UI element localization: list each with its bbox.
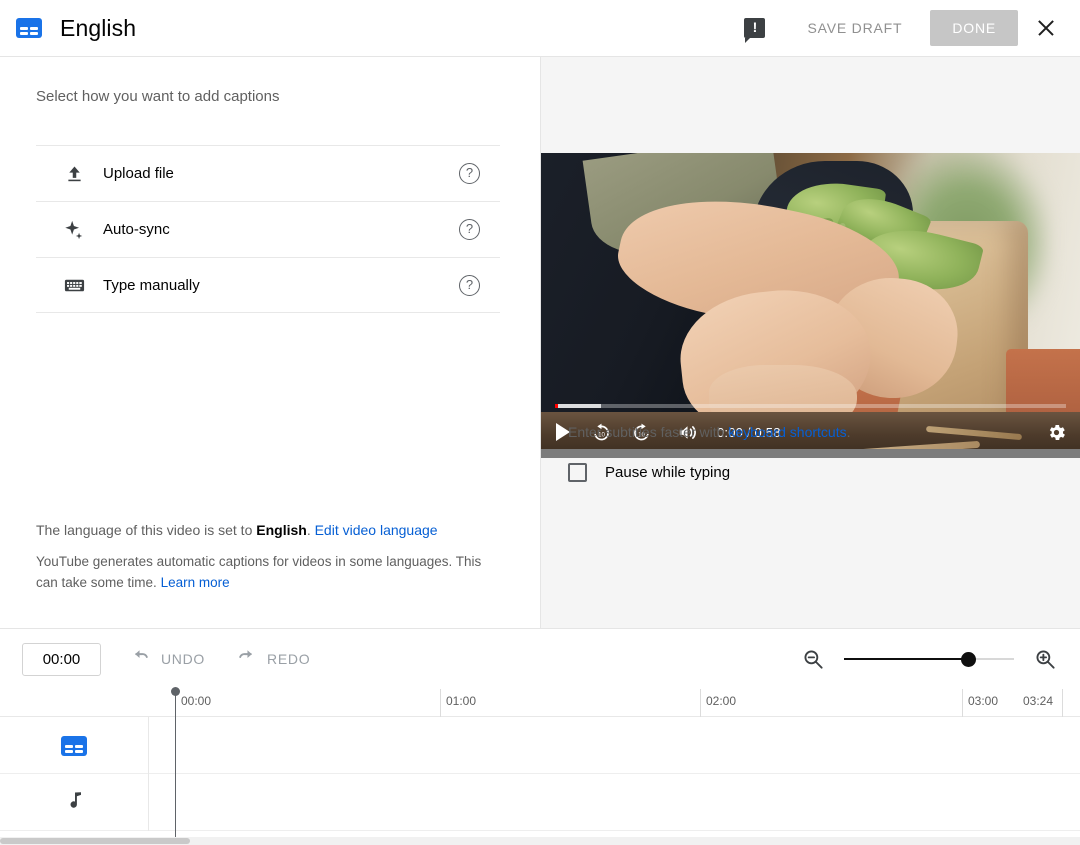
playhead-knob[interactable] bbox=[171, 687, 180, 696]
ruler-tick: 01:00 bbox=[440, 689, 476, 717]
method-label: Upload file bbox=[103, 165, 174, 182]
subtitles-track-label bbox=[0, 717, 149, 774]
audio-track-label bbox=[0, 774, 149, 831]
save-draft-button[interactable]: SAVE DRAFT bbox=[797, 12, 912, 44]
redo-button[interactable]: REDO bbox=[235, 645, 310, 673]
app-header: English SAVE DRAFT DONE bbox=[0, 0, 1080, 57]
slider-fill bbox=[844, 658, 969, 660]
slider-thumb[interactable] bbox=[961, 652, 976, 667]
ruler-tick-label: 03:24 bbox=[1023, 694, 1054, 708]
ruler-tick: 02:00 bbox=[700, 689, 736, 717]
ruler-tick-label: 03:00 bbox=[968, 694, 999, 708]
ruler-tick-label: 02:00 bbox=[706, 694, 737, 708]
progress-buffered bbox=[555, 404, 601, 408]
pause-while-typing-label: Pause while typing bbox=[605, 464, 731, 481]
undo-button[interactable]: UNDO bbox=[129, 645, 205, 673]
language-note-suffix: . bbox=[306, 522, 315, 538]
timeline-horizontal-scrollbar[interactable] bbox=[0, 837, 1080, 845]
redo-arrow-icon bbox=[235, 645, 258, 673]
timeline-ruler[interactable]: 00:00 01:00 02:00 03:00 03:24 bbox=[0, 689, 1080, 717]
sparkle-icon bbox=[57, 219, 91, 241]
language-note-prefix: The language of this video is set to bbox=[36, 522, 257, 538]
page-title: English bbox=[60, 14, 137, 41]
language-name: English bbox=[256, 522, 307, 538]
ruler-tick: 03:00 bbox=[962, 689, 998, 717]
method-label: Type manually bbox=[103, 276, 200, 294]
timeline-playhead[interactable] bbox=[171, 687, 180, 837]
timeline-zoom-slider[interactable] bbox=[844, 649, 1014, 669]
shortcut-note-prefix: Enter subtitles faster with bbox=[568, 424, 729, 440]
shortcut-note-suffix: . bbox=[846, 424, 851, 440]
keyboard-shortcuts-note: Enter subtitles faster with keyboard sho… bbox=[568, 424, 850, 440]
caption-method-list: Upload file ? Auto-sync ? Type manually … bbox=[36, 145, 500, 313]
zoom-controls bbox=[800, 646, 1058, 672]
auto-captions-note: YouTube generates automatic captions for… bbox=[36, 551, 504, 593]
header-actions: SAVE DRAFT DONE bbox=[744, 8, 1080, 48]
captions-editor-window: English SAVE DRAFT DONE Select how you w… bbox=[0, 0, 1080, 845]
video-progress-bar[interactable] bbox=[555, 404, 1066, 408]
scrollbar-thumb[interactable] bbox=[0, 838, 190, 844]
upload-icon bbox=[57, 163, 91, 184]
learn-more-link[interactable]: Learn more bbox=[161, 575, 230, 590]
edit-video-language-link[interactable]: Edit video language bbox=[315, 522, 438, 538]
zoom-in-icon[interactable] bbox=[1032, 646, 1058, 672]
subtitles-track-row[interactable] bbox=[0, 717, 1080, 774]
timeline: 00:00 01:00 02:00 03:00 03:24 bbox=[0, 687, 1080, 837]
keyboard-icon bbox=[57, 274, 91, 297]
done-button[interactable]: DONE bbox=[930, 10, 1018, 46]
pause-while-typing-checkbox[interactable] bbox=[568, 463, 587, 482]
undo-arrow-icon bbox=[129, 645, 152, 673]
timecode-input[interactable]: 00:00 bbox=[22, 642, 101, 676]
video-language-note: The language of this video is set to Eng… bbox=[36, 522, 438, 538]
select-method-heading: Select how you want to add captions bbox=[36, 88, 280, 105]
auto-captions-text: YouTube generates automatic captions for… bbox=[36, 554, 482, 590]
audio-track-row[interactable] bbox=[0, 774, 1080, 831]
help-circle-icon[interactable]: ? bbox=[459, 163, 480, 184]
method-auto-sync[interactable]: Auto-sync ? bbox=[36, 201, 500, 257]
undo-label: UNDO bbox=[161, 651, 206, 667]
progress-played bbox=[555, 404, 559, 408]
caption-method-panel: Select how you want to add captions Uplo… bbox=[0, 57, 541, 628]
method-type-manually[interactable]: Type manually ? bbox=[36, 257, 500, 313]
closed-captions-icon bbox=[16, 18, 42, 38]
help-circle-icon[interactable]: ? bbox=[459, 274, 480, 296]
video-player[interactable]: 10 10 0:00 / 0:58 bbox=[541, 153, 1080, 458]
pause-while-typing-row[interactable]: Pause while typing bbox=[568, 463, 730, 482]
ruler-tick-label: 01:00 bbox=[446, 694, 477, 708]
help-circle-icon[interactable]: ? bbox=[459, 219, 480, 240]
video-preview-panel: 10 10 0:00 / 0:58 Enter subtitles faster… bbox=[541, 57, 1080, 628]
music-note-icon bbox=[62, 788, 86, 817]
keyboard-shortcuts-link[interactable]: keyboard shortcuts bbox=[728, 424, 846, 440]
editor-toolbar: 00:00 UNDO REDO bbox=[0, 628, 1080, 689]
settings-gear-icon[interactable] bbox=[1036, 412, 1076, 452]
closed-captions-icon bbox=[61, 735, 87, 756]
feedback-icon[interactable] bbox=[744, 16, 766, 43]
redo-label: REDO bbox=[267, 651, 311, 667]
ruler-tick-label: 00:00 bbox=[181, 694, 212, 708]
method-upload-file[interactable]: Upload file ? bbox=[36, 145, 500, 201]
player-bottom-bar bbox=[541, 449, 1080, 458]
ruler-tick-end: 03:24 bbox=[1023, 689, 1063, 717]
close-icon[interactable] bbox=[1026, 8, 1066, 48]
zoom-out-icon[interactable] bbox=[800, 646, 826, 672]
method-label: Auto-sync bbox=[103, 221, 170, 238]
